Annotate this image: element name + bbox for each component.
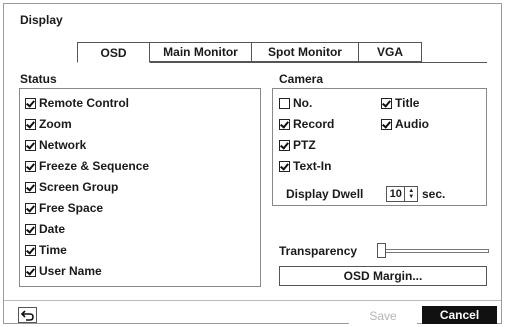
tab-osd[interactable]: OSD bbox=[77, 42, 150, 63]
title-checkbox[interactable] bbox=[381, 97, 392, 109]
status-item-label: Screen Group bbox=[39, 180, 119, 194]
record-checkbox[interactable] bbox=[279, 118, 290, 130]
display-dwell-spinner[interactable]: 10 ▲ ▼ bbox=[386, 186, 418, 202]
tab-bar: OSD Main Monitor Spot Monitor VGA bbox=[77, 42, 422, 63]
camera-item-label: PTZ bbox=[293, 138, 316, 152]
cancel-button[interactable]: Cancel bbox=[422, 306, 497, 324]
no-checkbox[interactable] bbox=[279, 97, 290, 109]
camera-item-record[interactable]: Record bbox=[279, 116, 334, 132]
status-item-time[interactable]: Time bbox=[25, 242, 67, 258]
camera-item-audio[interactable]: Audio bbox=[381, 116, 429, 132]
status-item-screen-group[interactable]: Screen Group bbox=[25, 179, 118, 195]
freeze-sequence-checkbox[interactable] bbox=[25, 160, 36, 172]
zoom-checkbox[interactable] bbox=[25, 118, 36, 130]
camera-item-label: Title bbox=[395, 96, 420, 110]
camera-heading: Camera bbox=[279, 72, 324, 86]
network-checkbox[interactable] bbox=[25, 139, 36, 151]
transparency-slider-track[interactable] bbox=[381, 249, 489, 253]
ptz-checkbox[interactable] bbox=[279, 139, 290, 151]
remote-control-checkbox[interactable] bbox=[25, 97, 36, 109]
free-space-checkbox[interactable] bbox=[25, 202, 36, 214]
status-item-label: Free Space bbox=[39, 201, 104, 215]
status-item-label: User Name bbox=[39, 264, 102, 278]
camera-item-title[interactable]: Title bbox=[381, 95, 419, 111]
display-dialog: Display OSD Main Monitor Spot Monitor VG… bbox=[3, 3, 502, 324]
osd-margin-button[interactable]: OSD Margin... bbox=[279, 266, 487, 286]
save-button[interactable]: Save bbox=[349, 307, 417, 324]
tab-vga[interactable]: VGA bbox=[359, 42, 422, 62]
camera-item-label: No. bbox=[293, 96, 313, 110]
display-dwell-value[interactable]: 10 bbox=[387, 188, 404, 200]
status-item-label: Time bbox=[39, 243, 67, 257]
transparency-label: Transparency bbox=[279, 244, 358, 258]
back-button[interactable] bbox=[18, 307, 37, 323]
camera-item-no[interactable]: No. bbox=[279, 95, 312, 111]
status-item-freeze-sequence[interactable]: Freeze & Sequence bbox=[25, 158, 149, 174]
date-checkbox[interactable] bbox=[25, 223, 36, 235]
status-item-remote-control[interactable]: Remote Control bbox=[25, 95, 129, 111]
camera-item-ptz[interactable]: PTZ bbox=[279, 137, 316, 153]
status-item-network[interactable]: Network bbox=[25, 137, 86, 153]
status-item-free-space[interactable]: Free Space bbox=[25, 200, 103, 216]
camera-item-label: Audio bbox=[395, 117, 429, 131]
status-item-date[interactable]: Date bbox=[25, 221, 65, 237]
display-dwell-label: Display Dwell bbox=[286, 187, 364, 201]
status-item-label: Freeze & Sequence bbox=[39, 159, 150, 173]
audio-checkbox[interactable] bbox=[381, 118, 392, 130]
text-in-checkbox[interactable] bbox=[279, 160, 290, 172]
status-item-label: Remote Control bbox=[39, 96, 129, 110]
tab-spot-monitor[interactable]: Spot Monitor bbox=[252, 42, 359, 62]
status-item-zoom[interactable]: Zoom bbox=[25, 116, 72, 132]
user-name-checkbox[interactable] bbox=[25, 265, 36, 277]
status-item-label: Network bbox=[39, 138, 87, 152]
dialog-title: Display bbox=[20, 13, 63, 27]
time-checkbox[interactable] bbox=[25, 244, 36, 256]
status-item-label: Date bbox=[39, 222, 66, 236]
transparency-slider-handle[interactable] bbox=[377, 243, 386, 258]
camera-item-text-in[interactable]: Text-In bbox=[279, 158, 331, 174]
camera-item-label: Record bbox=[293, 117, 335, 131]
spinner-arrows-icon[interactable]: ▲ ▼ bbox=[404, 187, 417, 201]
chevron-down-icon[interactable]: ▼ bbox=[408, 194, 414, 200]
status-item-user-name[interactable]: User Name bbox=[25, 263, 102, 279]
status-item-label: Zoom bbox=[39, 117, 72, 131]
status-heading: Status bbox=[20, 72, 57, 86]
display-dwell-unit: sec. bbox=[422, 187, 446, 201]
tab-main-monitor[interactable]: Main Monitor bbox=[150, 42, 252, 62]
camera-item-label: Text-In bbox=[293, 159, 332, 173]
screen-group-checkbox[interactable] bbox=[25, 181, 36, 193]
footer-divider bbox=[4, 300, 501, 301]
back-arrow-icon bbox=[21, 309, 34, 321]
